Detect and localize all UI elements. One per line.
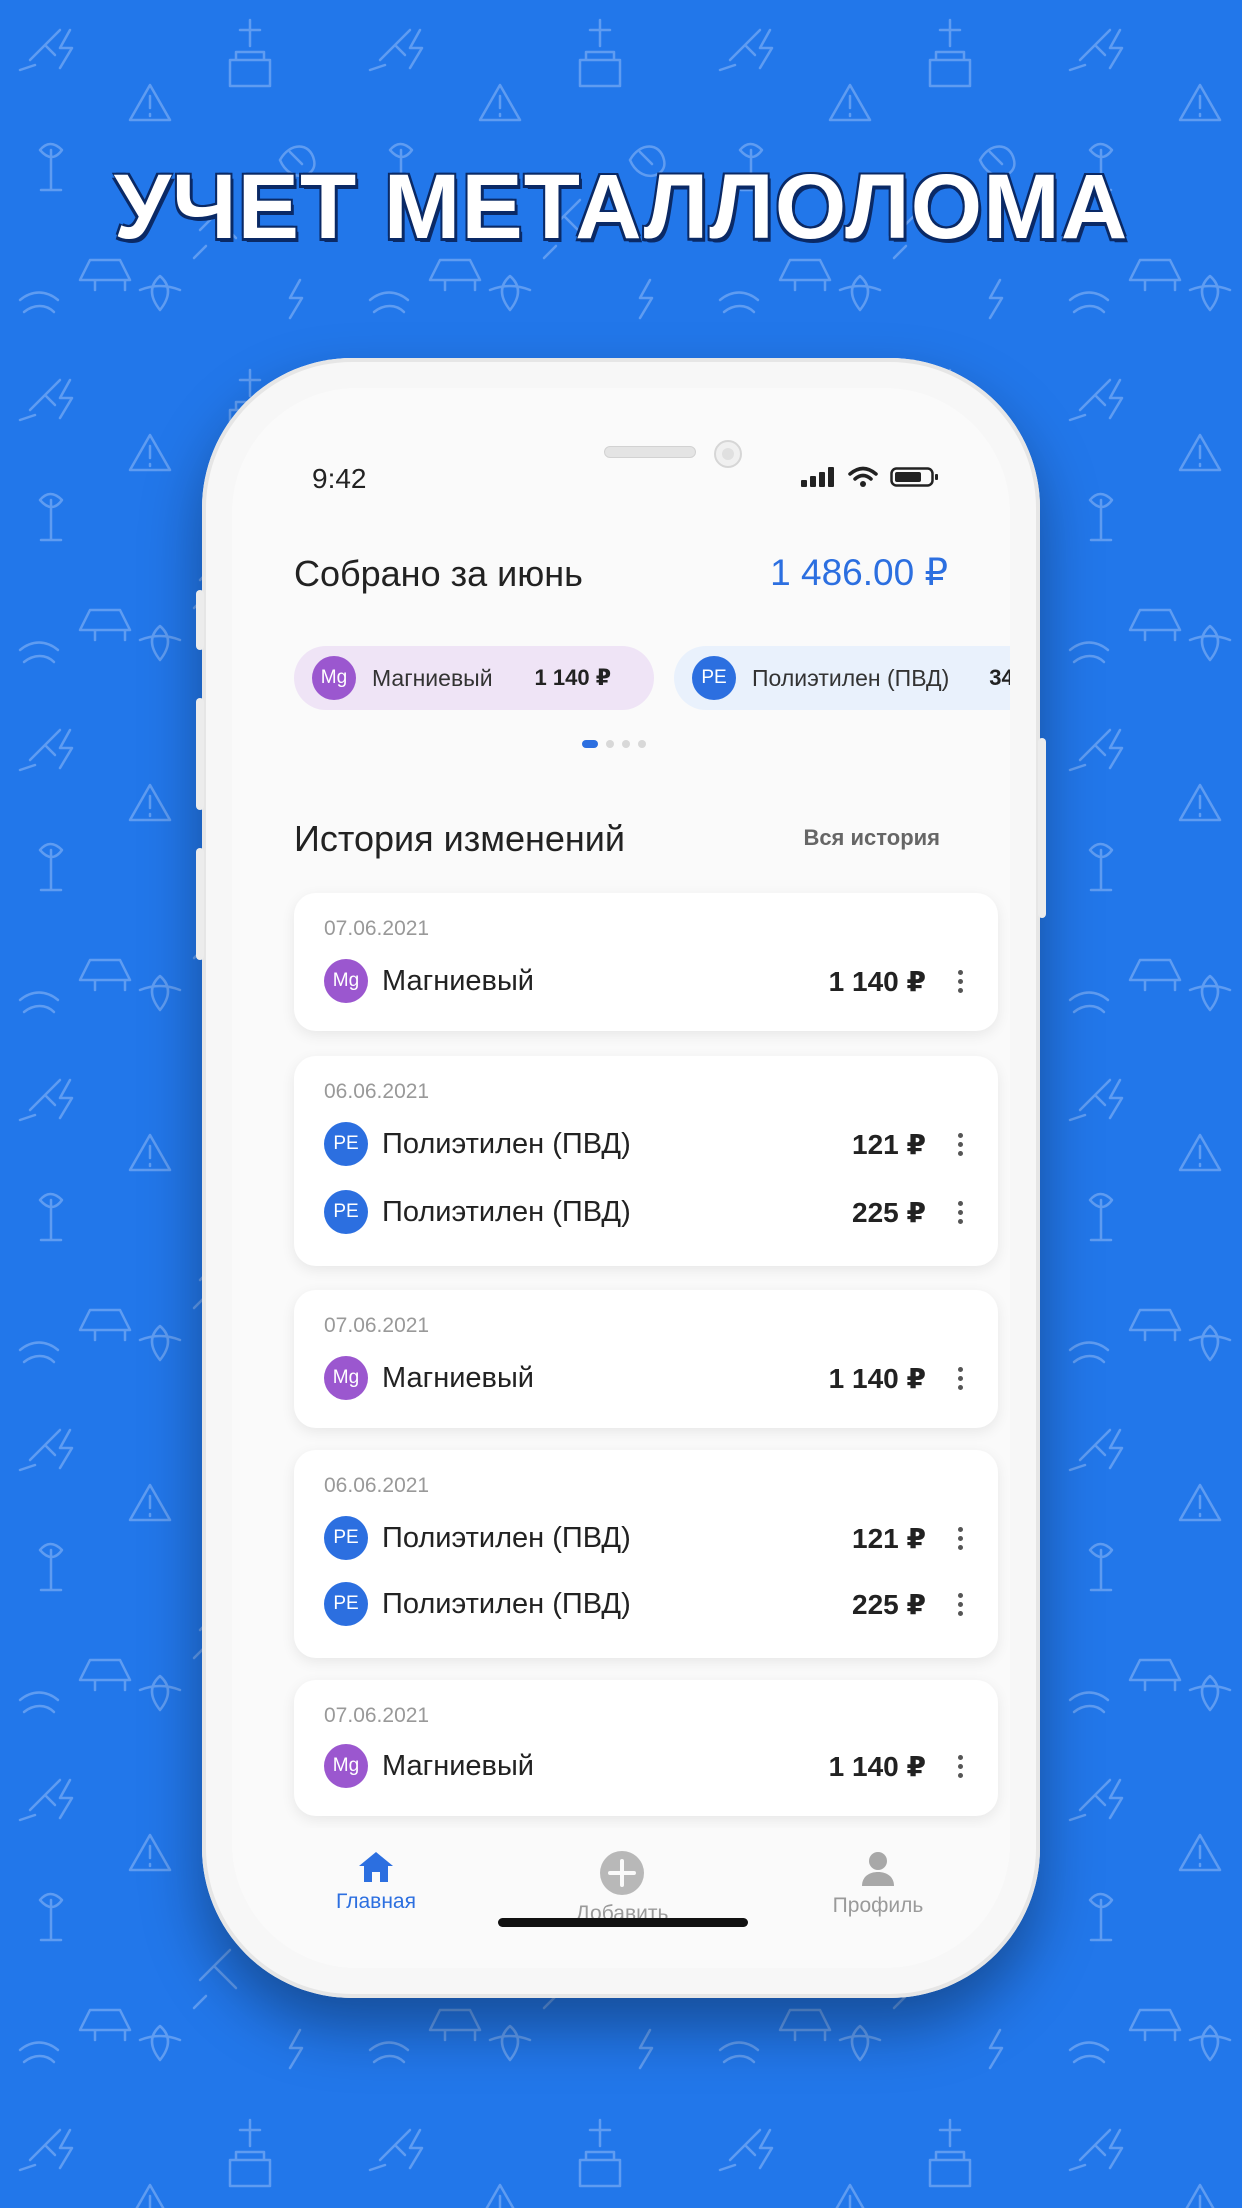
more-options-icon[interactable]	[952, 969, 968, 993]
history-date: 07.06.2021	[324, 917, 430, 940]
history-card[interactable]: 06.06.2021 PE Полиэтилен (ПВД) 121 ₽ PE …	[294, 1056, 998, 1266]
entry-material-name: Магниевый	[382, 964, 534, 997]
history-entry[interactable]: PE Полиэтилен (ПВД) 121 ₽	[324, 1516, 968, 1560]
material-badge: PE	[324, 1122, 368, 1166]
tab-label: Главная	[336, 1890, 416, 1913]
entry-material-name: Полиэтилен (ПВД)	[382, 1195, 631, 1228]
battery-icon	[890, 467, 938, 487]
period-total: 1 486.00 ₽	[770, 552, 948, 593]
history-date: 07.06.2021	[324, 1704, 430, 1727]
history-entry[interactable]: PE Полиэтилен (ПВД) 225 ₽	[324, 1190, 968, 1234]
history-card[interactable]: 07.06.2021 Mg Магниевый 1 140 ₽	[294, 893, 998, 1031]
material-badge: Mg	[324, 959, 368, 1003]
more-options-icon[interactable]	[952, 1366, 968, 1390]
pager-dot-active[interactable]	[582, 740, 598, 748]
mute-switch	[196, 590, 204, 650]
history-entry[interactable]: PE Полиэтилен (ПВД) 225 ₽	[324, 1582, 968, 1626]
pager-dot[interactable]	[622, 740, 630, 748]
history-date: 06.06.2021	[324, 1080, 430, 1103]
tab-home[interactable]: Главная	[276, 1850, 476, 1914]
entry-material-name: Полиэтилен (ПВД)	[382, 1521, 631, 1554]
entry-amount: 1 140 ₽	[828, 1362, 926, 1394]
phone-frame: 9:42 Собрано за июнь 1 486.00 ₽ Mg Магни…	[196, 358, 1046, 1998]
material-badge: PE	[692, 656, 736, 700]
more-options-icon[interactable]	[952, 1754, 968, 1778]
plus-circle-icon	[600, 1851, 644, 1895]
earpiece-speaker	[604, 446, 696, 458]
entry-amount: 1 140 ₽	[828, 1750, 926, 1782]
home-icon	[359, 1852, 393, 1882]
material-amount: 34	[989, 665, 1010, 690]
entry-amount: 225 ₽	[852, 1588, 926, 1620]
bottom-tab-bar: Главная Добавить Профиль	[232, 1828, 1010, 1968]
history-card[interactable]: 07.06.2021 Mg Магниевый 1 140 ₽	[294, 1680, 998, 1816]
status-icons	[800, 466, 940, 488]
material-amount: 1 140 ₽	[534, 665, 612, 690]
signal-icon	[801, 467, 834, 487]
entry-material-name: Полиэтилен (ПВД)	[382, 1587, 631, 1620]
history-entry[interactable]: Mg Магниевый 1 140 ₽	[324, 1356, 968, 1400]
more-options-icon[interactable]	[952, 1526, 968, 1550]
power-button	[1038, 738, 1046, 918]
entry-amount: 121 ₽	[852, 1128, 926, 1160]
material-badge: PE	[324, 1582, 368, 1626]
material-badge: Mg	[312, 656, 356, 700]
entry-material-name: Магниевый	[382, 1361, 534, 1394]
entry-material-name: Магниевый	[382, 1749, 534, 1782]
entry-amount: 1 140 ₽	[828, 965, 926, 997]
material-badge: Mg	[324, 1744, 368, 1788]
history-entry[interactable]: Mg Магниевый 1 140 ₽	[324, 959, 968, 1003]
promo-headline: УЧЕТ МЕТАЛЛОЛОМА	[113, 156, 1129, 258]
all-history-link[interactable]: Вся история	[803, 825, 940, 851]
history-card[interactable]: 06.06.2021 PE Полиэтилен (ПВД) 121 ₽ PE …	[294, 1450, 998, 1658]
more-options-icon[interactable]	[952, 1200, 968, 1224]
history-title: История изменений	[294, 818, 625, 859]
history-date: 06.06.2021	[324, 1474, 430, 1497]
material-badge: PE	[324, 1516, 368, 1560]
material-chip[interactable]: PE Полиэтилен (ПВД) 34	[674, 646, 1010, 710]
wifi-icon	[848, 466, 878, 487]
pager-dot[interactable]	[606, 740, 614, 748]
app-screen: 9:42 Собрано за июнь 1 486.00 ₽ Mg Магни…	[232, 388, 1010, 1968]
volume-up-button	[196, 698, 204, 810]
material-badge: Mg	[324, 1356, 368, 1400]
user-icon	[862, 1852, 894, 1886]
carousel-pager[interactable]	[582, 740, 646, 748]
material-badge: PE	[324, 1190, 368, 1234]
home-indicator[interactable]	[498, 1918, 748, 1927]
entry-amount: 121 ₽	[852, 1522, 926, 1554]
status-time: 9:42	[312, 463, 367, 494]
more-options-icon[interactable]	[952, 1132, 968, 1156]
material-chip[interactable]: Mg Магниевый 1 140 ₽	[294, 646, 654, 710]
history-entry[interactable]: Mg Магниевый 1 140 ₽	[324, 1744, 968, 1788]
more-options-icon[interactable]	[952, 1592, 968, 1616]
history-card[interactable]: 07.06.2021 Mg Магниевый 1 140 ₽	[294, 1290, 998, 1428]
entry-material-name: Полиэтилен (ПВД)	[382, 1127, 631, 1160]
tab-add[interactable]: Добавить	[522, 1850, 722, 1926]
history-entry[interactable]: PE Полиэтилен (ПВД) 121 ₽	[324, 1122, 968, 1166]
material-name: Полиэтилен (ПВД)	[752, 664, 950, 691]
pager-dot[interactable]	[638, 740, 646, 748]
volume-down-button	[196, 848, 204, 960]
tab-profile[interactable]: Профиль	[778, 1850, 978, 1918]
front-camera	[714, 440, 742, 468]
entry-amount: 225 ₽	[852, 1196, 926, 1228]
material-name: Магниевый	[372, 664, 493, 691]
tab-label: Профиль	[832, 1894, 924, 1917]
period-title: Собрано за июнь	[294, 553, 583, 594]
material-summary-carousel[interactable]: Mg Магниевый 1 140 ₽ PE Полиэтилен (ПВД)…	[294, 646, 1010, 712]
history-date: 07.06.2021	[324, 1314, 430, 1337]
